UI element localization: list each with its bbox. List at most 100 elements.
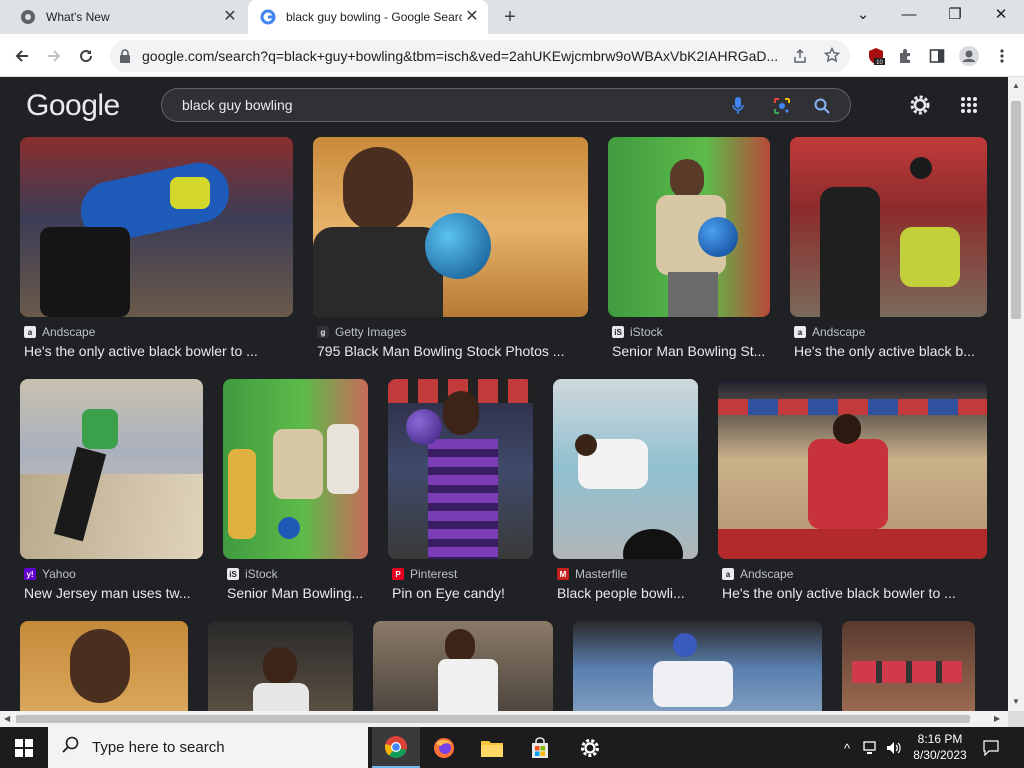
result-thumbnail[interactable] — [553, 379, 698, 559]
taskbar-settings-button[interactable] — [566, 727, 614, 768]
taskbar-search-box[interactable]: Type here to search — [48, 727, 368, 768]
lens-search-icon[interactable] — [772, 96, 792, 116]
taskbar-search-placeholder: Type here to search — [92, 739, 225, 756]
notifications-icon[interactable] — [982, 739, 1000, 757]
result-thumbnail[interactable] — [20, 621, 188, 711]
search-query[interactable]: black guy bowling — [182, 89, 293, 121]
system-clock[interactable]: 8:16 PM 8/30/2023 — [910, 731, 970, 763]
tab-search-icon[interactable]: ⌄ — [840, 0, 886, 30]
profile-avatar-icon[interactable] — [955, 42, 983, 70]
image-result[interactable]: iS iStock Senior Man Bowling St... — [608, 137, 770, 359]
chrome-icon — [20, 9, 36, 25]
bookmark-star-icon[interactable] — [823, 46, 841, 68]
close-tab-icon[interactable]: ✕ — [220, 7, 240, 27]
result-source: P Pinterest — [388, 567, 533, 581]
scroll-right-icon[interactable]: ▶ — [994, 714, 1000, 723]
image-result[interactable]: P Pinterest Pin on Eye candy! — [388, 379, 533, 601]
result-thumbnail[interactable] — [313, 137, 588, 317]
search-box[interactable]: black guy bowling — [161, 88, 851, 122]
source-favicon-icon: P — [392, 568, 404, 580]
result-title[interactable]: New Jersey man uses tw... — [20, 585, 203, 601]
result-title[interactable]: He's the only active black bowler to ... — [20, 343, 293, 359]
result-title[interactable]: 795 Black Man Bowling Stock Photos ... — [313, 343, 588, 359]
scroll-down-icon[interactable]: ▼ — [1012, 697, 1020, 706]
image-result[interactable] — [373, 621, 553, 711]
close-tab-icon[interactable]: ✕ — [462, 7, 482, 27]
extensions-puzzle-icon[interactable] — [892, 42, 920, 70]
start-button[interactable] — [0, 727, 48, 768]
result-thumbnail[interactable] — [790, 137, 987, 317]
restore-button[interactable]: ❐ — [932, 0, 978, 30]
taskbar-file-explorer-button[interactable] — [468, 727, 516, 768]
result-title[interactable]: Senior Man Bowling St... — [608, 343, 770, 359]
settings-gear-icon[interactable] — [909, 94, 931, 116]
result-title[interactable]: He's the only active black b... — [790, 343, 987, 359]
image-result[interactable] — [842, 621, 975, 711]
google-icon — [260, 9, 276, 25]
scroll-left-icon[interactable]: ◀ — [4, 714, 10, 723]
new-tab-button[interactable]: + — [498, 5, 522, 29]
image-results-grid: a Andscape He's the only active black bow… — [0, 131, 1008, 711]
result-thumbnail[interactable] — [842, 621, 975, 711]
show-hidden-icons-icon[interactable]: ^ — [838, 739, 856, 757]
image-result[interactable] — [573, 621, 822, 711]
url-text: google.com/search?q=black+guy+bowling&tb… — [142, 48, 779, 64]
close-window-button[interactable]: ✕ — [978, 0, 1024, 30]
result-source: a Andscape — [718, 567, 987, 581]
taskbar-firefox-button[interactable] — [420, 727, 468, 768]
result-thumbnail[interactable] — [388, 379, 533, 559]
vertical-scroll-thumb[interactable] — [1011, 101, 1021, 319]
side-panel-icon[interactable] — [923, 42, 951, 70]
horizontal-scroll-thumb[interactable] — [16, 715, 970, 723]
back-button[interactable] — [8, 42, 36, 70]
search-icon[interactable] — [812, 96, 832, 116]
minimize-button[interactable]: — — [886, 0, 932, 30]
result-thumbnail[interactable] — [20, 137, 293, 317]
vertical-scrollbar[interactable]: ▲ ▼ — [1008, 77, 1024, 711]
result-title[interactable]: He's the only active black bowler to ... — [718, 585, 987, 601]
image-result[interactable]: a Andscape He's the only active black bow… — [718, 379, 987, 601]
tab-google-search[interactable]: black guy bowling - Google Search ✕ — [248, 0, 488, 34]
result-thumbnail[interactable] — [373, 621, 553, 711]
browser-toolbar: google.com/search?q=black+guy+bowling&tb… — [0, 34, 1024, 77]
address-bar[interactable]: google.com/search?q=black+guy+bowling&tb… — [110, 40, 850, 72]
share-icon[interactable] — [792, 48, 808, 69]
browser-menu-icon[interactable] — [988, 42, 1016, 70]
image-result[interactable]: y! Yahoo New Jersey man uses tw... — [20, 379, 203, 601]
image-result[interactable]: a Andscape He's the only active black b..… — [790, 137, 987, 359]
tab-whats-new[interactable]: What's New ✕ — [8, 0, 246, 34]
google-apps-icon[interactable] — [958, 94, 980, 116]
result-thumbnail[interactable] — [573, 621, 822, 711]
image-result[interactable]: a Andscape He's the only active black bow… — [20, 137, 293, 359]
image-result[interactable] — [208, 621, 353, 711]
image-result[interactable]: M Masterfile Black people bowli... — [553, 379, 698, 601]
store-bag-icon — [532, 736, 548, 758]
result-title[interactable]: Pin on Eye candy! — [388, 585, 533, 601]
scroll-up-icon[interactable]: ▲ — [1012, 81, 1020, 90]
forward-button[interactable] — [40, 42, 68, 70]
google-logo[interactable]: Google — [26, 89, 120, 123]
result-thumbnail[interactable] — [223, 379, 368, 559]
taskbar-store-button[interactable] — [516, 727, 564, 768]
extension-shield-icon[interactable]: 10 — [862, 42, 890, 70]
reload-button[interactable] — [72, 42, 100, 70]
source-favicon-icon: M — [557, 568, 569, 580]
volume-icon[interactable] — [885, 739, 903, 757]
result-thumbnail[interactable] — [718, 379, 987, 559]
result-thumbnail[interactable] — [608, 137, 770, 317]
result-title[interactable]: Black people bowli... — [553, 585, 698, 601]
result-source: iS iStock — [608, 325, 770, 339]
result-source: M Masterfile — [553, 567, 698, 581]
result-thumbnail[interactable] — [20, 379, 203, 559]
image-result[interactable]: iS iStock Senior Man Bowling... — [223, 379, 368, 601]
network-icon[interactable] — [862, 739, 880, 757]
horizontal-scrollbar[interactable]: ◀ ▶ — [0, 711, 1008, 727]
taskbar: Type here to search ^ 8:16 PM 8/30/2023 — [0, 727, 1024, 768]
result-thumbnail[interactable] — [208, 621, 353, 711]
image-result[interactable]: g Getty Images 795 Black Man Bowling Stoc… — [313, 137, 588, 359]
result-title[interactable]: Senior Man Bowling... — [223, 585, 368, 601]
taskbar-chrome-button[interactable] — [372, 727, 420, 768]
source-favicon-icon: a — [794, 326, 806, 338]
voice-search-icon[interactable] — [728, 96, 748, 116]
image-result[interactable] — [20, 621, 188, 711]
